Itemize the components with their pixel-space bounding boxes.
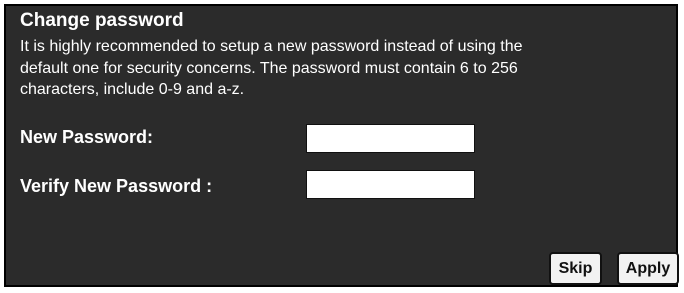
skip-button[interactable]: Skip	[549, 252, 602, 285]
new-password-input[interactable]	[306, 124, 475, 153]
apply-button[interactable]: Apply	[617, 252, 679, 285]
verify-password-label: Verify New Password :	[20, 176, 213, 196]
instruction-line: It is highly recommended to setup a new …	[20, 38, 523, 55]
password-instructions: It is highly recommended to setup a new …	[20, 36, 670, 101]
verify-password-input[interactable]	[306, 170, 475, 199]
new-password-label: New Password:	[20, 127, 154, 147]
panel-title: Change password	[20, 10, 184, 31]
instruction-line: default one for security concerns. The p…	[20, 59, 518, 77]
instruction-line: characters, include 0-9 and a-z.	[20, 81, 245, 98]
change-password-panel: Change password It is highly recommended…	[4, 4, 679, 287]
